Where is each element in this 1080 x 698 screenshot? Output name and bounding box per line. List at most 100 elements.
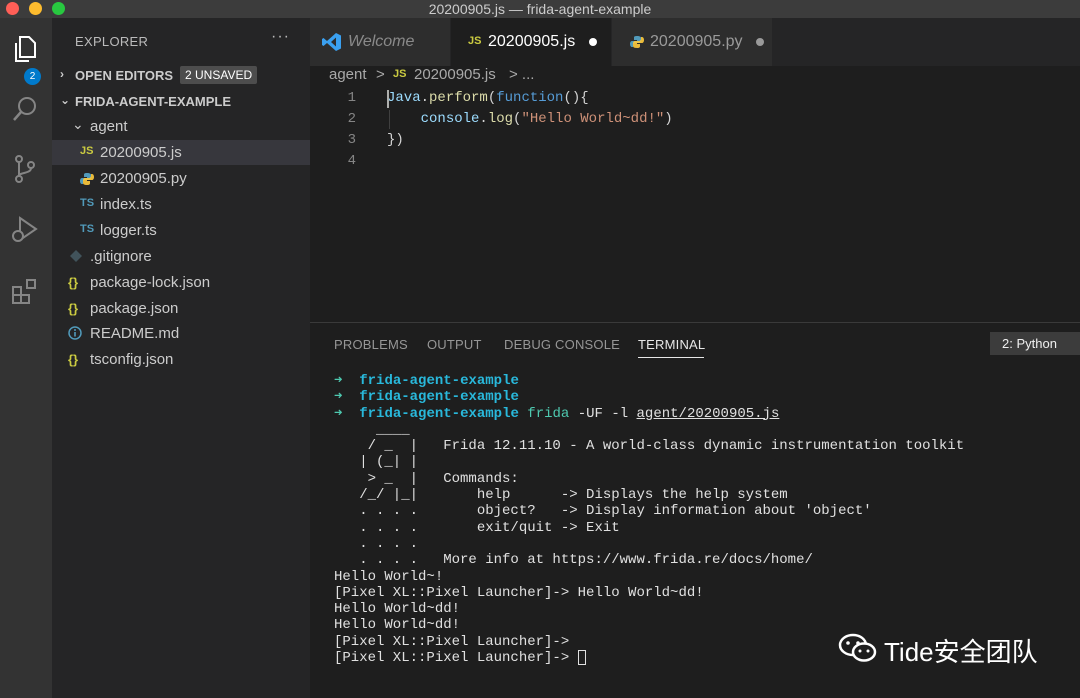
unsaved-dot-icon[interactable] <box>589 38 597 46</box>
code-token: . <box>420 90 430 106</box>
tree-file-tsconfig-json[interactable]: {} tsconfig.json <box>52 347 310 372</box>
extensions-icon[interactable] <box>8 274 42 308</box>
source-control-icon[interactable] <box>8 152 42 186</box>
tab-20200905-py[interactable]: 20200905.py <box>612 18 772 66</box>
json-file-icon: {} <box>68 301 79 316</box>
git-icon <box>70 250 82 265</box>
prompt-arrow-icon: ➜ <box>334 389 343 406</box>
frida-banner-line: | (_| | <box>334 454 419 471</box>
code-token: ) <box>664 111 673 127</box>
window-title: 20200905.js — frida-agent-example <box>428 1 652 17</box>
code-token: function <box>496 90 564 106</box>
info-icon <box>68 326 82 343</box>
watermark-text: Tide安全团队 <box>884 636 1038 667</box>
python-icon <box>80 172 94 189</box>
code-token: "Hello World~dd!" <box>521 111 665 127</box>
breadcrumb-symbols[interactable]: > ... <box>509 66 534 83</box>
breadcrumb-separator: > <box>376 66 385 83</box>
tree-file-index-ts[interactable]: TS index.ts <box>52 192 310 217</box>
code-line-2: console.log("Hello World~dd!") <box>387 111 673 127</box>
project-section[interactable]: ⌄ FRIDA-AGENT-EXAMPLE <box>52 89 310 113</box>
terminal-cursor <box>577 650 586 666</box>
open-editors-section[interactable]: › OPEN EDITORS 2 UNSAVED <box>52 63 310 87</box>
open-editors-label: OPEN EDITORS <box>75 68 174 83</box>
active-tab-indicator <box>638 357 704 358</box>
more-actions-icon[interactable]: ··· <box>271 28 290 46</box>
tab-label: 20200905.js <box>488 33 576 50</box>
tree-file-logger-ts[interactable]: TS logger.ts <box>52 218 310 243</box>
terminal-prompt: frida-agent-example <box>359 373 519 389</box>
frida-banner-line: . . . . <box>334 535 419 552</box>
tab-problems[interactable]: PROBLEMS <box>334 337 408 352</box>
explorer-icon[interactable] <box>8 32 42 66</box>
code-token: (){ <box>563 90 589 106</box>
explorer-header: EXPLORER <box>75 34 149 49</box>
code-token: perform <box>429 90 488 106</box>
line-number: 1 <box>347 90 356 106</box>
code-line-3: }) <box>387 132 404 148</box>
frida-banner-line: > _ | Commands: <box>334 470 519 487</box>
tree-file-readme-md[interactable]: README.md <box>52 321 310 346</box>
terminal-command: frida <box>527 405 570 422</box>
ts-file-icon: TS <box>80 223 95 235</box>
tree-file-package-lock-json[interactable]: {} package-lock.json <box>52 270 310 295</box>
terminal-line: ➜ frida-agent-example <box>334 389 964 405</box>
tree-item-label: .gitignore <box>90 248 152 265</box>
line-number: 2 <box>347 111 356 127</box>
tree-file-20200905-js[interactable]: JS 20200905.js <box>52 140 310 165</box>
tree-file-20200905-py[interactable]: 20200905.py <box>52 166 310 191</box>
json-file-icon: {} <box>68 275 79 290</box>
tree-item-label: index.ts <box>100 196 152 213</box>
terminal-output[interactable]: ➜ frida-agent-example ➜ frida-agent-examp… <box>334 373 964 667</box>
terminal-output-line: [Pixel XL::Pixel Launcher]-> Hello World… <box>334 584 704 601</box>
tree-file-gitignore[interactable]: .gitignore <box>52 244 310 269</box>
terminal-output-line: Hello World~dd! <box>334 617 461 634</box>
breadcrumb-folder[interactable]: agent <box>329 66 367 83</box>
tab-label: 20200905.py <box>650 33 743 50</box>
code-line-1: Java.perform(function(){ <box>387 90 589 106</box>
frida-banner-line: / _ | Frida 12.11.10 - A world-class dyn… <box>334 438 965 455</box>
json-file-icon: {} <box>68 352 79 367</box>
prompt-arrow-icon: ➜ <box>334 373 343 389</box>
vscode-icon <box>322 32 342 57</box>
python-icon <box>630 35 644 54</box>
tree-item-label: package.json <box>90 300 179 317</box>
code-token: Java <box>387 90 421 106</box>
tree-file-package-json[interactable]: {} package.json <box>52 296 310 321</box>
code-token: . <box>479 111 488 127</box>
tab-output[interactable]: OUTPUT <box>427 337 482 352</box>
tab-debug-console[interactable]: DEBUG CONSOLE <box>504 337 620 352</box>
run-debug-icon[interactable] <box>8 212 42 246</box>
tree-item-label: tsconfig.json <box>90 351 174 368</box>
unsaved-dot-icon[interactable] <box>756 38 764 46</box>
tree-item-label: README.md <box>90 325 180 342</box>
terminal-line: ➜ frida-agent-example <box>334 373 964 389</box>
terminal-args: -UF -l <box>569 405 637 422</box>
tree-folder-agent[interactable]: ⌄ agent <box>52 114 310 139</box>
tab-terminal[interactable]: TERMINAL <box>638 337 705 352</box>
terminal-prompt: [Pixel XL::Pixel Launcher]-> <box>334 650 578 667</box>
search-icon[interactable] <box>8 92 42 126</box>
frida-banner-line: . . . . object? -> Display information a… <box>334 503 872 520</box>
tree-item-label: 20200905.py <box>100 170 187 187</box>
breadcrumb-file[interactable]: 20200905.js <box>414 66 496 83</box>
tree-item-label: logger.ts <box>100 222 157 239</box>
code-token: console <box>420 111 480 127</box>
terminal-select[interactable]: 2: Python <box>990 332 1080 355</box>
prompt-arrow-icon: ➜ <box>334 405 343 422</box>
frida-banner-line: . . . . More info at https://www.frida.r… <box>334 552 813 569</box>
activity-bar: 2 <box>0 18 52 698</box>
frida-banner-line: . . . . exit/quit -> Exit <box>334 519 620 536</box>
explorer-badge: 2 <box>24 68 41 85</box>
line-number: 4 <box>347 153 356 169</box>
tab-20200905-js[interactable]: JS 20200905.js <box>451 18 611 66</box>
chevron-down-icon: ⌄ <box>60 93 71 107</box>
js-file-icon: JS <box>468 35 482 47</box>
tree-item-label: 20200905.js <box>100 144 182 161</box>
tab-welcome[interactable]: Welcome <box>310 18 450 66</box>
code-editor[interactable]: 1 2 3 4 Java.perform(function(){ console… <box>310 86 1080 322</box>
terminal-path: agent/20200905.js <box>636 405 780 422</box>
indent-guide <box>389 110 390 129</box>
js-file-icon: JS <box>80 145 94 157</box>
